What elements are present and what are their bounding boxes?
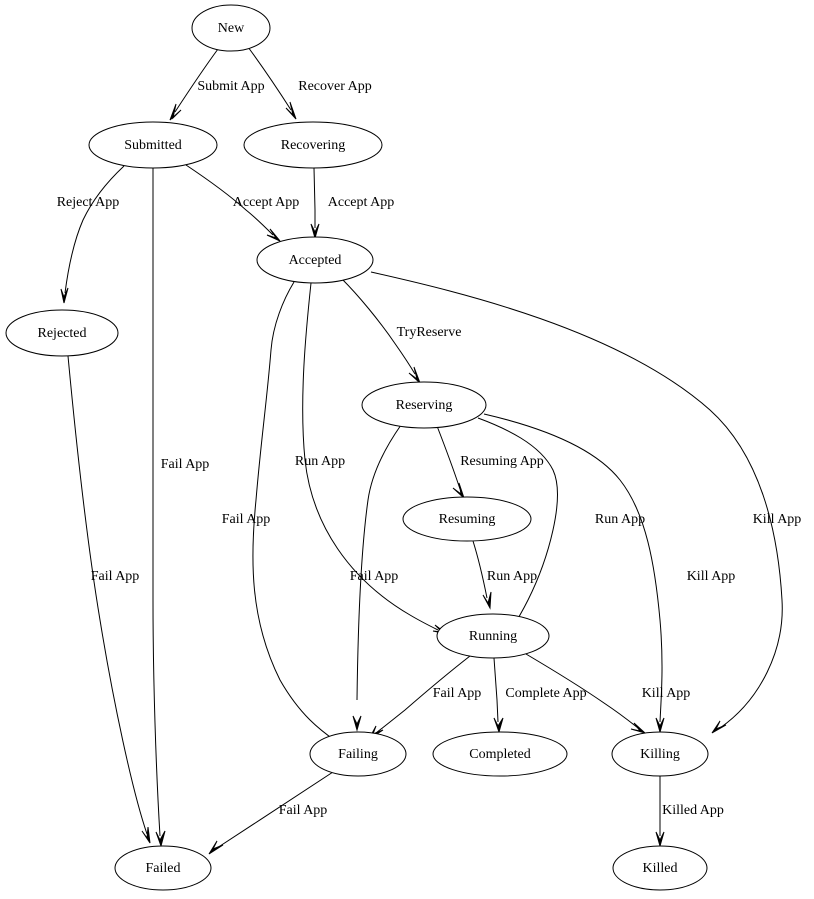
edge-recovering-to-accepted xyxy=(310,167,320,240)
edge-rejected-to-failed xyxy=(67,355,151,844)
node-label-failing: Failing xyxy=(338,747,378,762)
state-node-accepted[interactable]: Accepted xyxy=(256,236,374,284)
state-machine-graph: New Submitted Recovering Accepted Rejected Re… xyxy=(5,4,802,891)
arrowhead-icon xyxy=(711,720,727,734)
edge-line xyxy=(436,425,461,490)
edge-label-new-to-recovering: Recover App xyxy=(298,79,371,94)
node-label-reserving: Reserving xyxy=(396,398,453,413)
edge-label-rejected-to-failed: Fail App xyxy=(91,569,140,584)
state-node-killing[interactable]: Killing xyxy=(611,731,709,777)
edge-submitted-to-failed xyxy=(152,168,166,848)
edge-label-new-to-submitted: Submit App xyxy=(197,79,264,94)
node-label-accepted: Accepted xyxy=(289,253,342,268)
edge-label-submitted-to-failed: Fail App xyxy=(161,457,210,472)
edge-submitted-to-rejected xyxy=(60,165,125,304)
edge-label-reserving-to-resuming: Resuming App xyxy=(460,454,544,469)
edge-label-resuming-to-running: Run App xyxy=(487,569,537,584)
node-label-killed: Killed xyxy=(643,861,678,876)
arrowhead-icon xyxy=(482,591,492,610)
edge-label-killing-to-killed: Killed App xyxy=(662,803,724,818)
arrowhead-icon xyxy=(141,826,151,844)
edge-label-submitted-to-rejected: Reject App xyxy=(57,195,120,210)
node-label-recovering: Recovering xyxy=(281,138,346,153)
state-node-running[interactable]: Running xyxy=(436,613,550,659)
edge-label-accepted-to-killing: Kill App xyxy=(753,512,802,527)
node-label-failed: Failed xyxy=(146,861,181,876)
edge-line xyxy=(67,355,148,835)
edge-label-accepted-to-failing: Fail App xyxy=(222,512,271,527)
state-node-killed[interactable]: Killed xyxy=(612,845,708,891)
edge-label-reserving-to-running: Run App xyxy=(595,512,645,527)
state-node-new[interactable]: New xyxy=(191,4,271,52)
edge-line xyxy=(152,168,161,837)
edge-line xyxy=(64,165,125,294)
node-label-killing: Killing xyxy=(640,747,680,762)
edge-label-reserving-to-failing: Fail App xyxy=(350,569,399,584)
edge-label-failing-to-failed: Fail App xyxy=(279,803,328,818)
edge-label-running-to-failing: Fail App xyxy=(433,686,482,701)
node-label-completed: Completed xyxy=(469,747,530,762)
state-node-submitted[interactable]: Submitted xyxy=(88,121,218,169)
edge-label-submitted-to-accepted: Accept App xyxy=(233,195,299,210)
node-label-new: New xyxy=(218,21,245,36)
arrowhead-icon xyxy=(493,717,504,734)
nodes-layer: New Submitted Recovering Accepted Rejected Re… xyxy=(5,4,709,891)
arrowhead-icon xyxy=(352,715,362,732)
state-node-recovering[interactable]: Recovering xyxy=(243,121,383,169)
state-node-reserving[interactable]: Reserving xyxy=(361,381,487,429)
edge-line xyxy=(472,540,488,599)
edge-line xyxy=(313,167,316,228)
state-node-resuming[interactable]: Resuming xyxy=(402,496,532,542)
node-label-resuming: Resuming xyxy=(439,512,496,527)
edge-label-reserving-to-killing: Kill App xyxy=(687,569,736,584)
edge-label-accepted-to-running: Run App xyxy=(295,454,345,469)
edge-label-recovering-to-accepted: Accept App xyxy=(328,195,394,210)
node-label-running: Running xyxy=(469,629,517,644)
arrowhead-icon xyxy=(208,840,224,855)
edge-line xyxy=(493,657,499,723)
arrowhead-icon xyxy=(60,287,69,304)
edge-labels-layer: Submit App Recover App Reject App Accept Ap… xyxy=(57,79,802,818)
node-label-submitted: Submitted xyxy=(124,138,182,153)
edge-line xyxy=(356,424,402,701)
state-node-rejected[interactable]: Rejected xyxy=(5,309,119,357)
edge-running-to-completed xyxy=(493,657,504,734)
edge-label-running-to-completed: Complete App xyxy=(505,686,586,701)
state-diagram-canvas: New Submitted Recovering Accepted Rejected Re… xyxy=(0,0,814,899)
state-node-failing[interactable]: Failing xyxy=(309,731,407,777)
node-label-rejected: Rejected xyxy=(38,326,87,341)
edge-label-accepted-to-reserving: TryReserve xyxy=(397,325,462,340)
edge-label-running-to-killing: Kill App xyxy=(642,686,691,701)
state-node-failed[interactable]: Failed xyxy=(114,845,212,891)
arrowhead-icon xyxy=(408,366,421,384)
arrowhead-icon xyxy=(155,830,166,848)
state-node-completed[interactable]: Completed xyxy=(432,731,568,777)
